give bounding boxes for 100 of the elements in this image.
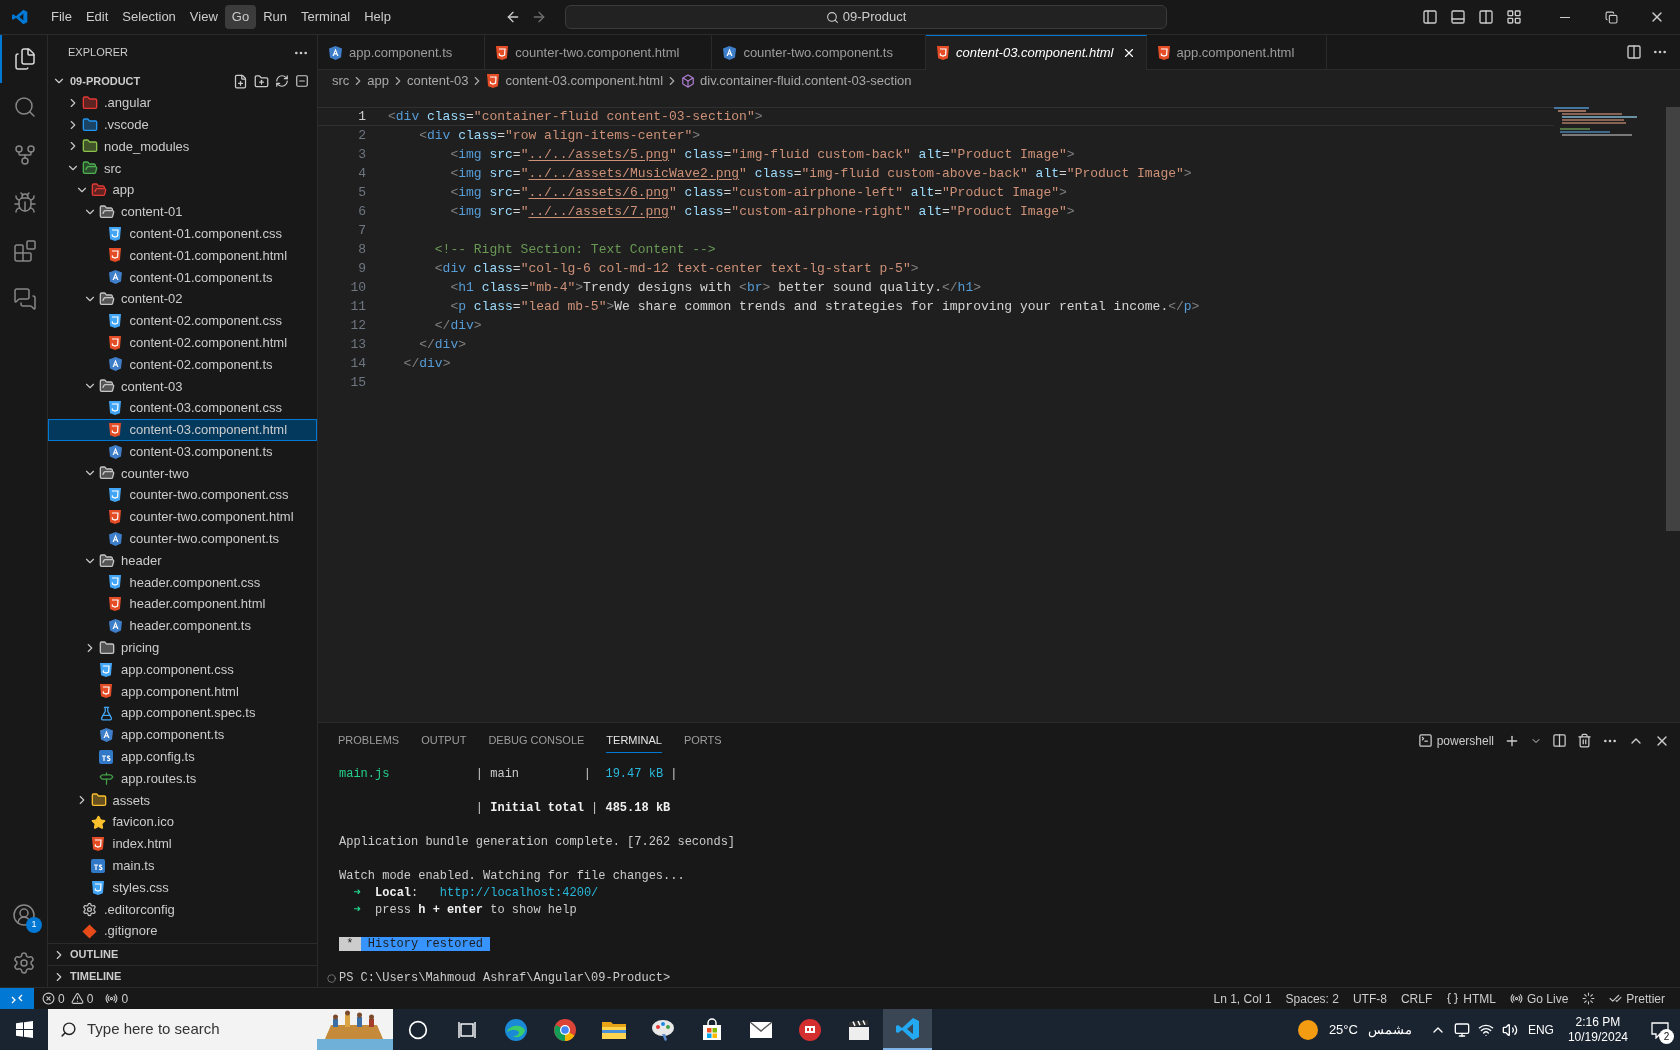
- file-tree-item[interactable]: content-03: [48, 375, 317, 398]
- taskbar-search-field[interactable]: Type here to search: [48, 1009, 393, 1050]
- status-item[interactable]: Spaces: 2: [1278, 988, 1346, 1009]
- folder-icon: [90, 792, 107, 809]
- split-terminal-icon[interactable]: [1552, 733, 1567, 748]
- menu-item[interactable]: Terminal: [294, 5, 358, 29]
- volume-icon[interactable]: [1501, 1021, 1518, 1038]
- file-tree-item[interactable]: favicon.ico: [48, 811, 317, 834]
- file-tree-item[interactable]: node_modules: [48, 135, 317, 158]
- file-tree-item[interactable]: counter-two: [48, 462, 317, 485]
- refresh-icon[interactable]: [275, 74, 289, 88]
- file-tree-item[interactable]: header.component.ts: [48, 615, 317, 637]
- toggle-sidebar-icon[interactable]: [1422, 9, 1438, 25]
- display-icon[interactable]: [1453, 1021, 1470, 1038]
- accounts-button[interactable]: 1: [0, 891, 47, 939]
- file-tree-item[interactable]: content-03.component.html: [48, 418, 317, 441]
- file-tree-item[interactable]: counter-two.component.html: [48, 506, 317, 528]
- file-tree-item[interactable]: content-02.component.ts: [48, 353, 317, 376]
- trash-icon[interactable]: [1577, 733, 1592, 748]
- panel-tab[interactable]: PROBLEMS: [338, 728, 400, 753]
- collapse-all-icon[interactable]: [295, 74, 309, 88]
- file-tree-item[interactable]: .vscode: [48, 113, 317, 136]
- new-file-icon[interactable]: [233, 73, 248, 89]
- customize-layout-icon[interactable]: [1506, 9, 1522, 25]
- notification-center-button[interactable]: 2: [1640, 1009, 1680, 1050]
- split-editor-icon[interactable]: [1626, 44, 1642, 60]
- file-tree-item[interactable]: content-02.component.html: [48, 331, 317, 354]
- file-tree-item[interactable]: content-01: [48, 201, 317, 223]
- angular-file-icon: [99, 727, 114, 743]
- panel-tab[interactable]: OUTPUT: [421, 728, 467, 753]
- breadcrumb-item[interactable]: app: [367, 71, 390, 91]
- file-tree-item[interactable]: content-02: [48, 288, 317, 310]
- file-tree-item[interactable]: .editorconfig: [48, 898, 317, 921]
- clock[interactable]: 2:16 PM 10/19/2024: [1567, 1014, 1628, 1045]
- editor-tab[interactable]: counter-two.component.html: [485, 35, 713, 69]
- file-tree-item[interactable]: app.component.ts: [48, 724, 317, 746]
- menu-item[interactable]: Help: [357, 5, 398, 29]
- terminal-profile[interactable]: powershell: [1417, 731, 1494, 750]
- status-item[interactable]: Go Live: [1502, 988, 1576, 1009]
- scrollbar-thumb[interactable]: [1666, 107, 1680, 532]
- toggle-secondary-sidebar-icon[interactable]: [1478, 9, 1494, 25]
- file-tree-item[interactable]: .gitignore: [48, 920, 317, 943]
- editor-tab[interactable]: content-03.component.html: [925, 35, 1147, 70]
- file-tree-item[interactable]: index.html: [48, 833, 317, 855]
- file-tree-item[interactable]: content-01.component.ts: [48, 266, 317, 289]
- toggle-panel-icon[interactable]: [1450, 9, 1466, 25]
- file-tree-item[interactable]: main.ts: [48, 854, 317, 877]
- panel-tab[interactable]: TERMINAL: [606, 728, 662, 753]
- file-tree-item[interactable]: app.component.spec.ts: [48, 702, 317, 725]
- file-tree-item[interactable]: app.config.ts: [48, 745, 317, 768]
- app-icon: [797, 1017, 822, 1042]
- file-tree-item[interactable]: counter-two.component.ts: [48, 527, 317, 550]
- file-tree-item[interactable]: header.component.css: [48, 571, 317, 594]
- file-tree-item[interactable]: pricing: [48, 636, 317, 659]
- angular-file-icon: [107, 618, 123, 634]
- editor-tab[interactable]: app.component.ts: [318, 35, 486, 69]
- menu-item[interactable]: Run: [256, 5, 294, 29]
- file-tree-item[interactable]: src: [48, 157, 317, 180]
- breadcrumb-item[interactable]: content-03: [407, 71, 469, 91]
- file-tree-item[interactable]: header.component.html: [48, 593, 317, 616]
- breadcrumb-item[interactable]: content-03.component.html: [505, 71, 664, 91]
- language-indicator[interactable]: ENG: [1527, 1020, 1554, 1039]
- status-item[interactable]: Prettier: [1602, 988, 1672, 1009]
- workspace-header[interactable]: 09-PRODUCT: [70, 72, 141, 90]
- new-folder-icon[interactable]: [254, 73, 269, 89]
- file-tree-item[interactable]: styles.css: [48, 876, 317, 899]
- file-tree-item[interactable]: app.routes.ts: [48, 767, 317, 790]
- file-tree-item[interactable]: app.component.css: [48, 658, 317, 681]
- menu-item[interactable]: File: [44, 5, 79, 29]
- file-tree-item[interactable]: app.component.html: [48, 680, 317, 703]
- status-item[interactable]: HTML: [1439, 988, 1503, 1009]
- file-tree-item[interactable]: content-03.component.ts: [48, 440, 317, 463]
- command-center-search[interactable]: 09-Product: [565, 5, 1167, 29]
- sidebar-section-header[interactable]: OUTLINE: [48, 943, 317, 965]
- editor-tab[interactable]: app.component.html: [1146, 35, 1328, 69]
- panel-tab[interactable]: DEBUG CONSOLE: [488, 728, 585, 753]
- file-tree-item[interactable]: counter-two.component.css: [48, 484, 317, 507]
- file-tree-item[interactable]: app: [48, 179, 317, 201]
- menu-item[interactable]: Edit: [78, 5, 116, 29]
- breadcrumb-item[interactable]: div.container-fluid.content-03-section: [700, 71, 912, 91]
- status-item[interactable]: Ln 1, Col 1: [1206, 988, 1279, 1009]
- ports-status[interactable]: 0: [101, 988, 133, 1009]
- file-tree-item[interactable]: content-02.component.css: [48, 309, 317, 332]
- problems-status[interactable]: 0 0: [34, 988, 102, 1009]
- file-tree-item[interactable]: header: [48, 549, 317, 572]
- file-tree-item[interactable]: content-03.component.css: [48, 397, 317, 419]
- menu-item[interactable]: View: [182, 5, 225, 29]
- file-tree-item[interactable]: assets: [48, 789, 317, 812]
- editor-tab[interactable]: counter-two.component.ts: [712, 35, 926, 69]
- menu-item[interactable]: Selection: [115, 5, 183, 29]
- breadcrumb-item[interactable]: src: [332, 71, 350, 91]
- file-tree-item[interactable]: content-01.component.html: [48, 244, 317, 267]
- code-line: <img src="../../assets/5.png" class="img-fluid custom-back" alt="Product Image">: [449, 145, 1075, 164]
- file-tree-item[interactable]: .angular: [48, 92, 317, 114]
- file-tree-item[interactable]: content-01.component.css: [48, 222, 317, 245]
- terminal-line: ➜ press h + enter to show help: [352, 902, 577, 919]
- panel-tab[interactable]: PORTS: [683, 728, 722, 753]
- status-item[interactable]: CRLF: [1393, 988, 1440, 1009]
- menu-item[interactable]: Go: [224, 5, 257, 29]
- status-item[interactable]: UTF-8: [1345, 988, 1394, 1009]
